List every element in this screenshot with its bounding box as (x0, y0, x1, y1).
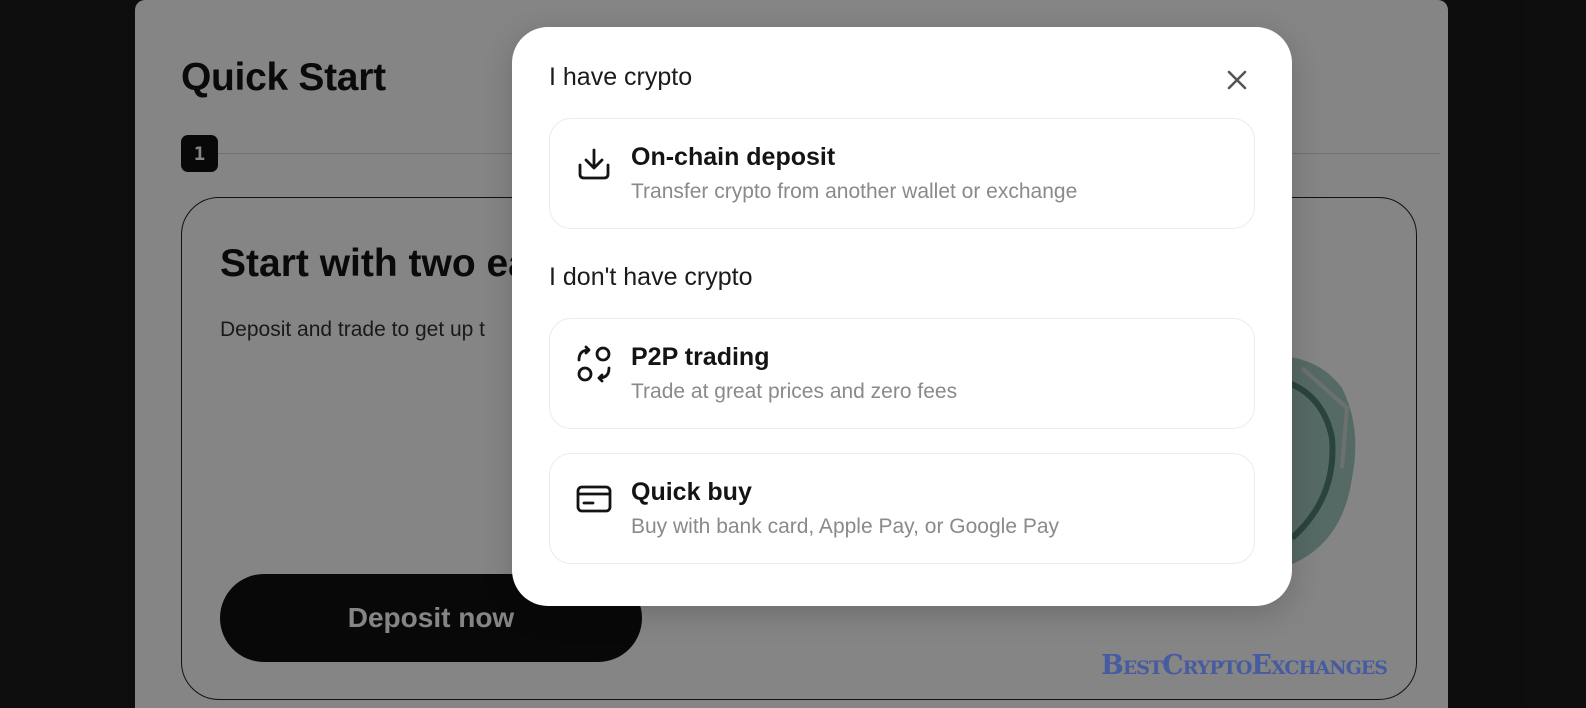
deposit-method-modal: I have crypto On-chain deposit Transfer … (512, 27, 1292, 606)
section-title-have-crypto: I have crypto (549, 63, 693, 91)
option-title: Quick buy (631, 478, 752, 506)
section-title-no-crypto: I don't have crypto (549, 263, 753, 291)
option-description: Buy with bank card, Apple Pay, or Google… (631, 515, 1060, 538)
option-title: On-chain deposit (631, 143, 836, 171)
option-title: P2P trading (631, 343, 770, 371)
credit-card-icon (576, 485, 612, 513)
download-icon (578, 148, 610, 180)
option-description: Transfer crypto from another wallet or e… (631, 180, 1078, 203)
p2p-exchange-icon (577, 345, 611, 383)
option-on-chain-deposit[interactable]: On-chain deposit Transfer crypto from an… (549, 118, 1255, 229)
option-description: Trade at great prices and zero fees (631, 380, 958, 403)
watermark-logo: BestCryptoExchanges (1101, 650, 1388, 681)
option-quick-buy[interactable]: Quick buy Buy with bank card, Apple Pay,… (549, 453, 1255, 564)
close-icon (1227, 70, 1247, 90)
close-button[interactable] (1222, 65, 1252, 95)
option-p2p-trading[interactable]: P2P trading Trade at great prices and ze… (549, 318, 1255, 429)
